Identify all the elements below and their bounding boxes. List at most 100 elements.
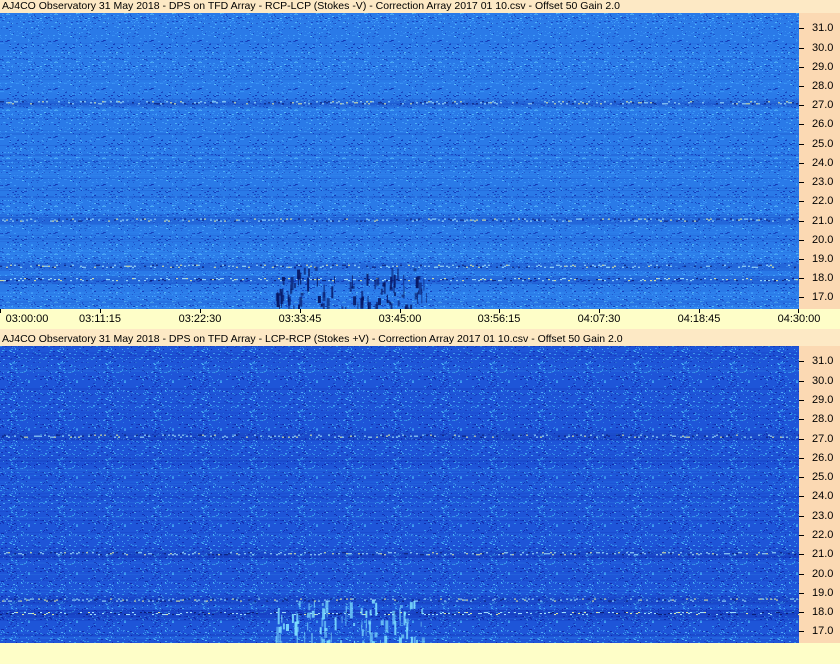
y-tick-label: 21.0: [812, 215, 834, 227]
y-tick: [799, 278, 804, 279]
y-tick-label: 31.0: [812, 22, 834, 34]
frequency-stripe: [0, 388, 799, 390]
frequency-stripe: [0, 253, 799, 255]
frequency-stripe: [0, 172, 799, 174]
interference-band: [0, 550, 799, 559]
frequency-stripe: [0, 274, 799, 276]
frequency-stripe: [0, 490, 799, 492]
y-tick-label: 17.0: [812, 291, 834, 303]
frequency-stripe: [0, 118, 799, 119]
x-tick-label: 04:18:45: [677, 313, 721, 325]
frequency-stripe: [0, 478, 799, 479]
frequency-stripe: [0, 394, 799, 395]
interference-band: [0, 596, 799, 605]
frequency-stripe: [0, 79, 799, 80]
spectrogram-image: [0, 346, 799, 643]
y-tick-label: 19.0: [812, 253, 834, 265]
y-tick: [799, 144, 804, 145]
x-tick-label: 03:56:15: [477, 313, 521, 325]
y-tick: [799, 593, 804, 594]
frequency-stripe: [0, 256, 799, 258]
y-tick-label: 18.0: [812, 272, 834, 284]
y-tick: [799, 400, 804, 401]
frequency-stripe: [0, 571, 799, 572]
frequency-stripe: [0, 457, 799, 459]
frequency-stripe: [0, 445, 799, 446]
frequency-stripe: [0, 241, 799, 242]
frequency-stripe: [0, 91, 799, 93]
y-tick-label: 20.0: [812, 234, 834, 246]
bottom-frequency-axis: 31.0 30.0 29.0 28.0 27.0 26.0 25.0 24.0 23.0 22.0…: [799, 346, 840, 643]
x-tick-label: 03:00:00: [5, 313, 49, 325]
frequency-stripe: [0, 574, 799, 575]
y-tick: [799, 381, 804, 382]
x-tick-label: 03:22:30: [178, 313, 222, 325]
y-tick: [799, 419, 804, 420]
frequency-stripe: [0, 562, 799, 564]
frequency-stripe: [0, 508, 799, 510]
frequency-stripe: [0, 370, 799, 372]
frequency-stripe: [0, 235, 799, 236]
y-tick: [799, 361, 804, 362]
y-tick: [799, 496, 804, 497]
frequency-stripe: [0, 355, 799, 357]
frequency-stripe: [0, 292, 799, 294]
y-tick-label: 22.0: [812, 195, 834, 207]
frequency-stripe: [0, 607, 799, 608]
frequency-stripe: [0, 145, 799, 146]
frequency-stripe: [0, 133, 799, 135]
y-tick: [799, 240, 804, 241]
frequency-stripe: [0, 160, 799, 162]
y-tick-label: 17.0: [812, 625, 834, 637]
y-tick: [799, 163, 804, 164]
frequency-stripe: [0, 496, 799, 498]
y-tick: [799, 535, 804, 536]
x-tick-label: 04:07:30: [577, 313, 621, 325]
y-tick-label: 25.0: [812, 471, 834, 483]
y-tick: [799, 458, 804, 459]
frequency-stripe: [0, 511, 799, 512]
y-tick: [799, 67, 804, 68]
interference-band: [0, 276, 799, 285]
top-spectrogram: [0, 13, 799, 309]
x-tick-label: 03:33:45: [278, 313, 322, 325]
frequency-stripe: [0, 73, 799, 74]
time-axis: 03:00:00 03:11:15 03:22:30 03:33:45 03:45:00…: [0, 309, 840, 329]
frequency-stripe: [0, 109, 799, 111]
y-tick-label: 26.0: [812, 118, 834, 130]
frequency-stripe: [0, 475, 799, 476]
y-tick: [799, 574, 804, 575]
frequency-stripe: [0, 178, 799, 179]
frequency-stripe: [0, 484, 799, 485]
y-tick: [799, 439, 804, 440]
y-tick-label: 28.0: [812, 80, 834, 92]
y-tick-label: 29.0: [812, 394, 834, 406]
y-tick-label: 30.0: [812, 375, 834, 387]
y-tick: [799, 612, 804, 613]
frequency-stripe: [0, 520, 799, 521]
frequency-stripe: [0, 58, 799, 59]
frequency-stripe: [0, 535, 799, 537]
top-panel-title: AJ4CO Observatory 31 May 2018 - DPS on T…: [2, 0, 620, 12]
frequency-stripe: [0, 592, 799, 593]
frequency-stripe: [0, 298, 799, 299]
y-tick: [799, 516, 804, 517]
frequency-stripe: [0, 502, 799, 503]
frequency-stripe: [0, 430, 799, 432]
frequency-stripe: [0, 43, 799, 44]
y-tick-label: 22.0: [812, 529, 834, 541]
frequency-stripe: [0, 232, 799, 233]
y-tick: [799, 48, 804, 49]
frequency-stripe: [0, 295, 799, 296]
frequency-stripe: [0, 22, 799, 24]
frequency-stripe: [0, 412, 799, 414]
y-tick-label: 31.0: [812, 355, 834, 367]
frequency-stripe: [0, 481, 799, 483]
y-tick-label: 20.0: [812, 568, 834, 580]
y-tick: [799, 221, 804, 222]
frequency-stripe: [0, 82, 799, 84]
frequency-stripe: [0, 187, 799, 189]
y-tick: [799, 259, 804, 260]
frequency-stripe: [0, 493, 799, 494]
y-tick: [799, 124, 804, 125]
